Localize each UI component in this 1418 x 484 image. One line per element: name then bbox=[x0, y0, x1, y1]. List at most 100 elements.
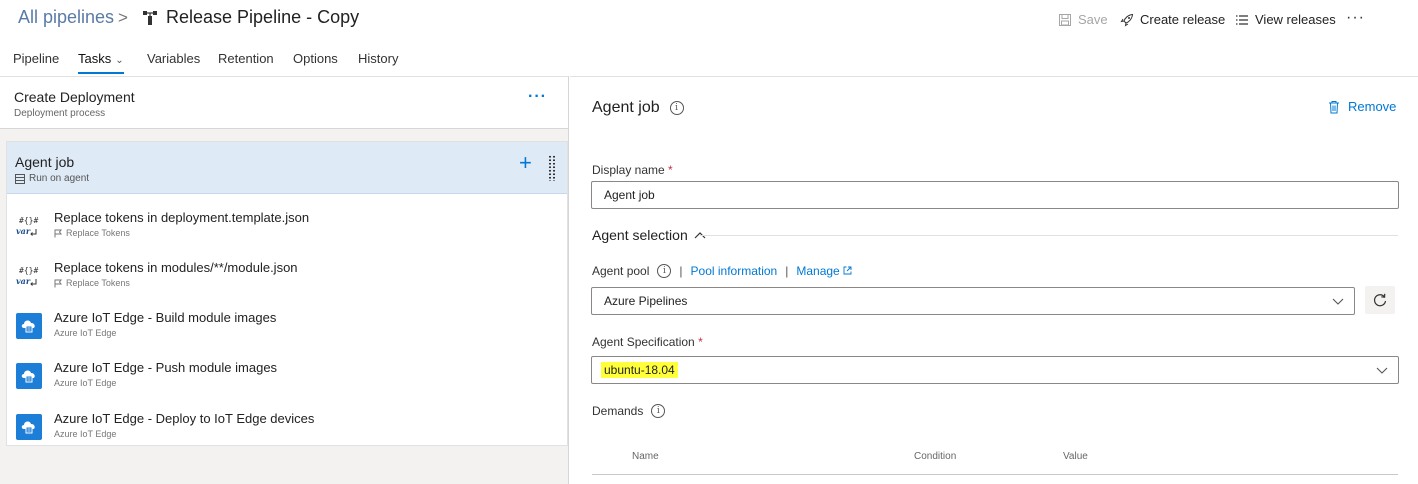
chevron-down-icon bbox=[1376, 367, 1388, 374]
info-icon[interactable]: i bbox=[651, 404, 666, 418]
agent-job-subtitle: Run on agent bbox=[15, 173, 89, 184]
task-type-text: Replace Tokens bbox=[66, 278, 130, 288]
tab-bar: Pipeline Tasks ⌄ Variables Retention Opti… bbox=[0, 44, 1418, 76]
tab-options[interactable]: Options bbox=[293, 51, 338, 66]
drag-handle-icon[interactable] bbox=[548, 155, 556, 181]
trash-icon bbox=[1329, 100, 1339, 113]
column-header-name: Name bbox=[632, 451, 659, 462]
tab-retention[interactable]: Retention bbox=[218, 51, 274, 66]
breadcrumb-all-pipelines[interactable]: All pipelines bbox=[18, 7, 114, 28]
agent-pool-value: Azure Pipelines bbox=[604, 294, 688, 308]
agent-spec-value: ubuntu-18.04 bbox=[601, 362, 678, 378]
rocket-icon bbox=[1120, 13, 1134, 27]
task-type-text: Replace Tokens bbox=[66, 228, 130, 238]
task-type: Azure IoT Edge bbox=[54, 429, 117, 439]
page-title: Release Pipeline - Copy bbox=[166, 7, 360, 27]
stage-subtitle: Deployment process bbox=[14, 108, 106, 119]
more-actions-button[interactable]: ··· bbox=[1346, 9, 1365, 27]
table-divider bbox=[592, 474, 1398, 475]
server-icon bbox=[15, 173, 25, 184]
stage-title: Create Deployment bbox=[14, 89, 135, 105]
demands-label-row: Demands i bbox=[592, 404, 666, 418]
release-pipeline-icon bbox=[143, 11, 157, 25]
task-type: Azure IoT Edge bbox=[54, 328, 117, 338]
task-row[interactable]: Azure IoT Edge - Deploy to IoT Edge devi… bbox=[7, 403, 567, 453]
refresh-icon bbox=[1373, 293, 1387, 307]
save-button[interactable]: Save bbox=[1058, 12, 1108, 27]
demands-label: Demands bbox=[592, 404, 644, 418]
tasks-panel: Create Deployment Deployment process ···… bbox=[0, 76, 569, 484]
task-name: Replace tokens in deployment.template.js… bbox=[54, 210, 310, 225]
info-icon[interactable]: i bbox=[657, 264, 672, 278]
external-link-icon bbox=[843, 266, 852, 275]
azure-iot-edge-icon bbox=[16, 363, 42, 389]
required-mark: * bbox=[698, 335, 703, 349]
task-type: Replace Tokens bbox=[54, 278, 130, 288]
svg-text:#{}#: #{}# bbox=[19, 216, 38, 225]
replace-tokens-icon: #{}# var bbox=[16, 266, 38, 286]
agent-selection-header[interactable]: Agent selection bbox=[592, 227, 706, 243]
manage-label: Manage bbox=[796, 264, 840, 278]
section-divider bbox=[700, 235, 1398, 236]
remove-label: Remove bbox=[1348, 99, 1397, 114]
agent-spec-label-row: Agent Specification * bbox=[592, 335, 703, 349]
task-row[interactable]: Azure IoT Edge - Build module images Azu… bbox=[7, 302, 567, 352]
agent-job-name: Agent job bbox=[15, 154, 75, 170]
tab-pipeline[interactable]: Pipeline bbox=[13, 51, 59, 66]
svg-text:var: var bbox=[16, 276, 31, 286]
tab-tasks[interactable]: Tasks ⌄ bbox=[78, 51, 124, 74]
chevron-down-icon bbox=[1332, 298, 1344, 305]
agent-job-row[interactable]: Agent job Run on agent + bbox=[7, 142, 567, 194]
task-list: Agent job Run on agent + #{}# var Replac… bbox=[6, 141, 568, 446]
required-mark: * bbox=[668, 163, 673, 177]
tab-history[interactable]: History bbox=[358, 51, 398, 66]
job-details-panel: Agent job i Remove Display name * Agent … bbox=[570, 76, 1418, 484]
manage-link[interactable]: Manage bbox=[796, 264, 852, 278]
column-header-value: Value bbox=[1063, 451, 1088, 462]
task-name: Azure IoT Edge - Push module images bbox=[54, 360, 278, 375]
tab-tasks-label: Tasks bbox=[78, 51, 112, 66]
flag-icon bbox=[54, 279, 62, 287]
pool-information-link[interactable]: Pool information bbox=[691, 264, 778, 278]
task-row[interactable]: Azure IoT Edge - Push module images Azur… bbox=[7, 352, 567, 402]
detail-title-text: Agent job bbox=[592, 99, 660, 116]
task-name: Azure IoT Edge - Deploy to IoT Edge devi… bbox=[54, 411, 315, 426]
display-name-input[interactable]: Agent job bbox=[591, 181, 1399, 209]
info-icon[interactable]: i bbox=[669, 101, 684, 115]
agent-pool-label: Agent pool bbox=[592, 264, 650, 278]
azure-iot-edge-icon bbox=[16, 313, 42, 339]
tab-variables[interactable]: Variables bbox=[147, 51, 200, 66]
view-releases-label: View releases bbox=[1255, 12, 1336, 27]
column-header-condition: Condition bbox=[914, 451, 957, 462]
task-row[interactable]: #{}# var Replace tokens in modules/**/mo… bbox=[7, 252, 567, 302]
task-type: Replace Tokens bbox=[54, 228, 130, 238]
remove-button[interactable]: Remove bbox=[1328, 99, 1396, 114]
agent-pool-dropdown[interactable]: Azure Pipelines bbox=[591, 287, 1355, 315]
agent-spec-dropdown[interactable]: ubuntu-18.04 bbox=[591, 356, 1399, 384]
stage-more-button[interactable]: ··· bbox=[528, 88, 547, 106]
separator: | bbox=[679, 264, 683, 278]
list-icon bbox=[1236, 14, 1248, 25]
top-bar: All pipelines > Release Pipeline - Copy … bbox=[0, 0, 1418, 40]
agent-selection-label: Agent selection bbox=[592, 227, 688, 243]
create-release-button[interactable]: Create release bbox=[1120, 12, 1225, 27]
task-type: Azure IoT Edge bbox=[54, 378, 117, 388]
add-task-button[interactable]: + bbox=[519, 152, 532, 174]
detail-title: Agent job i bbox=[592, 99, 684, 117]
agent-job-subtitle-text: Run on agent bbox=[29, 173, 90, 184]
refresh-button[interactable] bbox=[1365, 286, 1395, 314]
stage-header[interactable]: Create Deployment Deployment process ··· bbox=[0, 77, 568, 129]
create-release-label: Create release bbox=[1140, 12, 1226, 27]
display-name-label: Display name * bbox=[592, 163, 673, 177]
agent-pool-label-row: Agent pool i | Pool information | Manage bbox=[592, 264, 852, 278]
view-releases-button[interactable]: View releases bbox=[1235, 12, 1336, 27]
azure-iot-edge-icon bbox=[16, 414, 42, 440]
save-icon bbox=[1059, 13, 1071, 26]
replace-tokens-icon: #{}# var bbox=[16, 216, 38, 236]
breadcrumb-separator: > bbox=[118, 8, 128, 27]
task-name: Azure IoT Edge - Build module images bbox=[54, 310, 277, 325]
task-row[interactable]: #{}# var Replace tokens in deployment.te… bbox=[7, 202, 567, 252]
svg-text:#{}#: #{}# bbox=[19, 266, 38, 275]
display-name-label-text: Display name bbox=[592, 163, 665, 177]
chevron-down-icon: ⌄ bbox=[115, 55, 124, 66]
